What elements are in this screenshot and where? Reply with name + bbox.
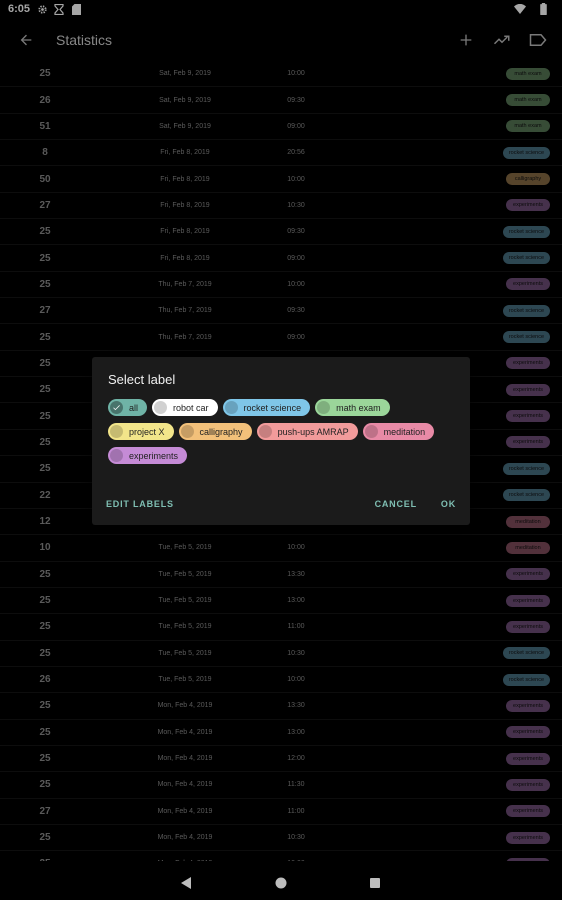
label-chip-text: experiments	[129, 450, 179, 461]
ok-button[interactable]: OK	[441, 499, 456, 509]
select-label-dialog: Select label all robot car rocket science m…	[92, 357, 470, 525]
nav-recents-icon[interactable]	[368, 876, 382, 890]
label-chip-text: meditation	[383, 426, 426, 437]
chip-dot-icon	[154, 401, 168, 414]
label-chip-text: project X	[129, 426, 165, 437]
label-chip[interactable]: experiments	[108, 447, 188, 464]
check-icon	[110, 401, 123, 414]
label-chip-text: rocket science	[243, 402, 302, 413]
label-chip-text: all	[129, 402, 139, 413]
label-chip-text: math exam	[336, 402, 381, 413]
chip-dot-icon	[364, 425, 378, 438]
nav-home-icon[interactable]	[274, 876, 288, 890]
label-chip[interactable]: rocket science	[222, 399, 311, 416]
label-chip[interactable]: robot car	[152, 399, 218, 416]
edit-labels-button[interactable]: EDIT LABELS	[106, 499, 174, 509]
chip-dot-icon	[258, 425, 272, 438]
label-chip[interactable]: meditation	[362, 423, 435, 440]
nav-back-icon[interactable]	[180, 876, 194, 890]
dialog-title: Select label	[108, 372, 176, 387]
navigation-bar	[0, 866, 562, 900]
label-chip-text: calligraphy	[199, 426, 243, 437]
chip-dot-icon	[317, 401, 331, 414]
label-chip-text: push-ups AMRAP	[277, 426, 349, 437]
chip-dot-icon	[180, 425, 194, 438]
label-chip-text: robot car	[173, 402, 209, 413]
cancel-button[interactable]: CANCEL	[375, 499, 417, 509]
label-chip-group: all robot car rocket science math exam proje…	[108, 399, 458, 464]
label-chip[interactable]: project X	[108, 423, 174, 440]
label-chip[interactable]: all	[108, 399, 148, 416]
label-chip[interactable]: push-ups AMRAP	[256, 423, 358, 440]
label-chip[interactable]: math exam	[315, 399, 390, 416]
label-chip[interactable]: calligraphy	[178, 423, 252, 440]
chip-dot-icon	[110, 425, 123, 438]
chip-dot-icon	[224, 401, 238, 414]
chip-dot-icon	[110, 449, 123, 462]
